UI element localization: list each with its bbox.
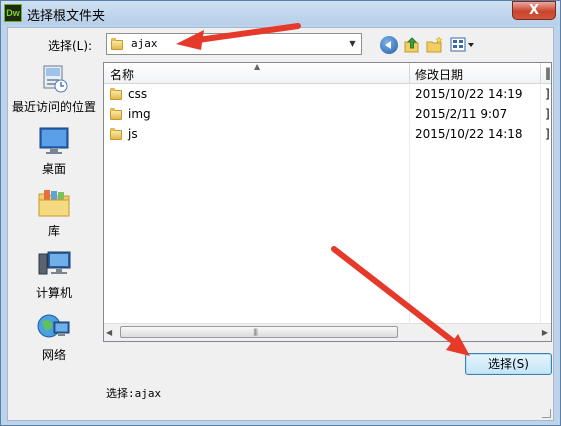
place-desktop[interactable]: 桌面 — [8, 124, 100, 177]
list-item[interactable]: js 2015/10/22 14:18 ] — [104, 124, 551, 144]
back-icon[interactable] — [380, 36, 398, 54]
list-item[interactable]: img 2015/2/11 9:07 ] — [104, 104, 551, 124]
item-modified: 2015/2/11 9:07 — [415, 107, 508, 121]
views-menu-icon[interactable] — [450, 36, 476, 54]
resize-grip-icon[interactable] — [542, 409, 551, 418]
column-header-modified[interactable]: 修改日期 — [415, 66, 463, 83]
dreamweaver-app-icon: Dw — [4, 4, 22, 22]
dialog-body: 选择(L): ajax ▼ 最近访问的位置 桌面 库 计算机 网络 名称 ▲ 修… — [7, 27, 554, 421]
place-label: 计算机 — [35, 286, 72, 300]
scrollbar-thumb[interactable]: ||| — [120, 326, 398, 338]
item-modified: 2015/10/22 14:19 — [415, 87, 523, 101]
folder-icon — [110, 88, 122, 100]
desktop-icon — [36, 124, 72, 158]
sort-ascending-icon: ▲ — [254, 62, 261, 71]
place-libraries[interactable]: 库 — [8, 186, 100, 239]
column-header-name[interactable]: 名称 — [110, 66, 134, 83]
look-in-value: ajax — [131, 37, 158, 50]
computer-icon — [36, 248, 72, 282]
place-computer[interactable]: 计算机 — [8, 248, 100, 301]
horizontal-scrollbar[interactable]: ◀ ||| ▶ — [104, 323, 551, 341]
folder-icon — [110, 108, 122, 120]
new-folder-icon[interactable] — [426, 36, 444, 54]
item-name: js — [128, 127, 138, 141]
truncated-cell: ] — [545, 127, 550, 141]
select-button[interactable]: 选择(S) — [465, 353, 552, 375]
scroll-right-icon[interactable]: ▶ — [542, 328, 548, 337]
folder-icon — [110, 128, 122, 140]
column-header-truncated[interactable]: ‖ — [545, 66, 551, 80]
file-list-header: 名称 ▲ 修改日期 ‖ — [104, 62, 551, 84]
truncated-cell: ] — [545, 107, 550, 121]
file-list[interactable]: 名称 ▲ 修改日期 ‖ css 2015/10/22 14:19 ] img 2… — [103, 62, 552, 342]
item-modified: 2015/10/22 14:18 — [415, 127, 523, 141]
selection-status: 选择:ajax — [106, 387, 162, 400]
scroll-left-icon[interactable]: ◀ — [106, 328, 112, 337]
item-name: img — [128, 107, 151, 121]
up-folder-icon[interactable] — [403, 36, 421, 54]
place-label: 网络 — [41, 348, 66, 362]
look-in-dropdown[interactable]: ajax ▼ — [106, 33, 362, 55]
column-divider[interactable] — [409, 63, 410, 83]
title-bar[interactable]: Dw 选择根文件夹 X — [1, 1, 560, 25]
item-name: css — [128, 87, 148, 101]
network-icon — [36, 310, 72, 344]
place-label: 最近访问的位置 — [11, 100, 96, 114]
folder-icon — [111, 38, 123, 50]
libraries-icon — [36, 186, 72, 220]
place-label: 桌面 — [41, 162, 66, 176]
place-label: 库 — [47, 224, 60, 238]
grip-icon: ||| — [253, 328, 258, 336]
window-title: 选择根文件夹 — [27, 9, 106, 24]
truncated-cell: ] — [545, 87, 550, 101]
places-bar: 最近访问的位置 桌面 库 计算机 网络 — [8, 62, 100, 372]
chevron-down-icon[interactable]: ▼ — [344, 34, 361, 54]
list-item[interactable]: css 2015/10/22 14:19 ] — [104, 84, 551, 104]
place-recent[interactable]: 最近访问的位置 — [8, 62, 100, 115]
close-button[interactable]: X — [512, 1, 556, 20]
place-network[interactable]: 网络 — [8, 310, 100, 363]
look-in-label: 选择(L): — [48, 39, 93, 53]
column-divider[interactable] — [540, 63, 541, 83]
select-root-folder-dialog: Dw 选择根文件夹 X 选择(L): ajax ▼ 最近访问的位置 桌面 库 计… — [0, 0, 561, 426]
recent-places-icon — [36, 62, 72, 96]
